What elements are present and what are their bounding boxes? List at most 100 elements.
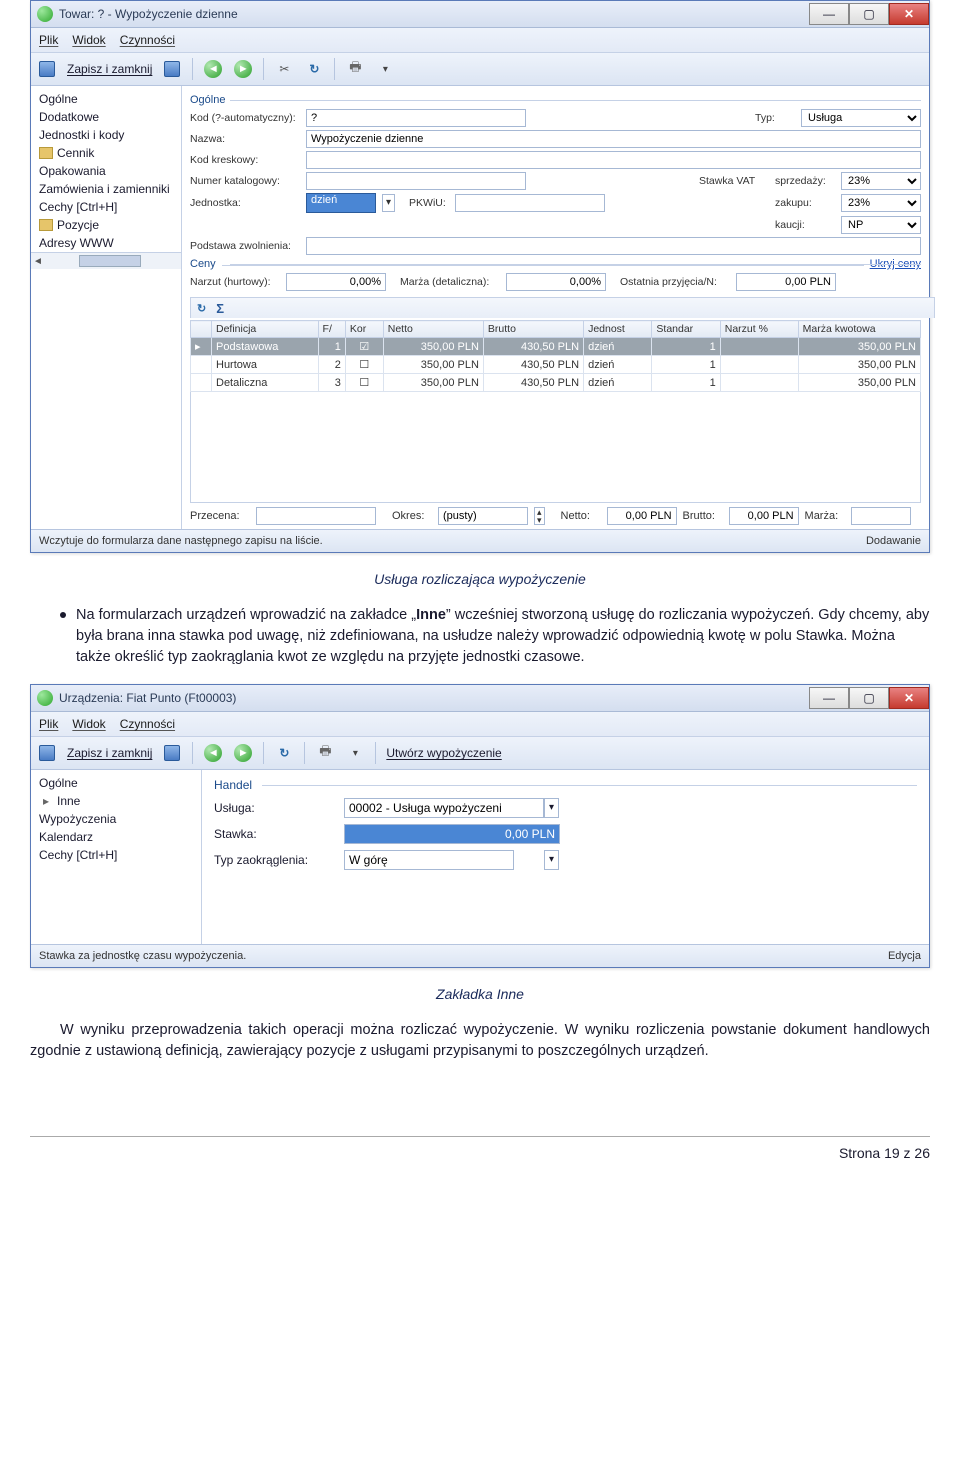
grid-empty bbox=[190, 392, 921, 503]
dropdown-icon[interactable]: ▾ bbox=[382, 194, 395, 212]
menu-widok[interactable]: Widok bbox=[72, 717, 105, 731]
dropdown-icon[interactable] bbox=[345, 743, 365, 763]
select-kauc[interactable]: NP bbox=[841, 216, 921, 234]
sidebar: Ogólne ▸Inne Wypożyczenia Kalendarz Cech… bbox=[31, 770, 202, 944]
input-przecena[interactable] bbox=[256, 507, 376, 525]
input-stawka[interactable] bbox=[344, 824, 560, 844]
save-button[interactable]: Zapisz i zamknij bbox=[67, 746, 152, 760]
save-icon-2[interactable] bbox=[162, 743, 182, 763]
menu-widok[interactable]: Widok bbox=[72, 33, 105, 47]
input-marza[interactable] bbox=[506, 273, 606, 291]
table-row[interactable]: Detaliczna3 ☐ 350,00 PLN430,50 PLN dzień… bbox=[191, 374, 921, 392]
refresh-icon[interactable] bbox=[274, 743, 294, 763]
price-table[interactable]: Definicja F/ Kor Netto Brutto Jednost St… bbox=[190, 320, 921, 392]
input-okres[interactable] bbox=[438, 507, 528, 525]
sidebar-scrollbar[interactable]: ◄ bbox=[31, 252, 181, 269]
th-brutto[interactable]: Brutto bbox=[483, 321, 583, 338]
cut-icon[interactable] bbox=[274, 59, 294, 79]
save-button[interactable]: Zapisz i zamknij bbox=[67, 62, 152, 76]
sidebar-item-dodatkowe[interactable]: Dodatkowe bbox=[31, 108, 181, 126]
dropdown-icon[interactable]: ▾ bbox=[544, 798, 559, 818]
th-kor[interactable]: Kor bbox=[345, 321, 383, 338]
label-kauc: kaucji: bbox=[775, 219, 835, 231]
refresh-icon[interactable] bbox=[304, 59, 324, 79]
menu-plik[interactable]: Plik bbox=[39, 33, 58, 47]
select-jed[interactable]: dzień bbox=[306, 193, 376, 213]
th-jed[interactable]: Jednost bbox=[584, 321, 652, 338]
save-icon[interactable] bbox=[37, 743, 57, 763]
sidebar-item-kalendarz[interactable]: Kalendarz bbox=[31, 828, 201, 846]
input-netto[interactable] bbox=[607, 507, 677, 525]
back-button[interactable]: ◄ bbox=[203, 743, 223, 763]
refresh-icon[interactable] bbox=[197, 302, 206, 315]
forward-button[interactable]: ► bbox=[233, 743, 253, 763]
th-narz[interactable]: Narzut % bbox=[720, 321, 798, 338]
th-mk[interactable]: Marża kwotowa bbox=[798, 321, 920, 338]
th-f[interactable]: F/ bbox=[318, 321, 345, 338]
input-kod[interactable] bbox=[306, 109, 526, 127]
select-zak[interactable]: 23% bbox=[841, 194, 921, 212]
close-button[interactable]: ✕ bbox=[889, 3, 929, 25]
input-numkat[interactable] bbox=[306, 172, 526, 190]
sidebar-item-ogolne[interactable]: Ogólne bbox=[31, 90, 181, 108]
separator bbox=[334, 58, 335, 80]
sidebar-item-jednostki[interactable]: Jednostki i kody bbox=[31, 126, 181, 144]
sidebar-item-inne[interactable]: ▸Inne bbox=[31, 792, 201, 810]
sidebar-item-adresy[interactable]: Adresy WWW bbox=[31, 234, 181, 252]
menu-czynnosci[interactable]: Czynności bbox=[120, 33, 175, 47]
sidebar-item-wypozyczenia[interactable]: Wypożyczenia bbox=[31, 810, 201, 828]
select-sprz[interactable]: 23% bbox=[841, 172, 921, 190]
group-ogolne: Ogólne bbox=[190, 94, 921, 106]
input-podst[interactable] bbox=[306, 237, 921, 255]
label-jed: Jednostka: bbox=[190, 197, 300, 209]
back-button[interactable]: ◄ bbox=[203, 59, 223, 79]
input-typ-zaokr[interactable] bbox=[344, 850, 514, 870]
separator bbox=[375, 742, 376, 764]
input-ost[interactable] bbox=[736, 273, 836, 291]
label-przecena: Przecena: bbox=[190, 510, 250, 522]
menu-czynnosci[interactable]: Czynności bbox=[120, 717, 175, 731]
minimize-button[interactable]: — bbox=[809, 3, 849, 25]
menubar: Plik Widok Czynności bbox=[31, 712, 929, 737]
th-netto[interactable]: Netto bbox=[383, 321, 483, 338]
sum-icon[interactable]: Σ bbox=[216, 301, 224, 316]
sidebar-item-cennik[interactable]: Cennik bbox=[31, 144, 181, 162]
select-typ[interactable]: Usługa bbox=[801, 109, 921, 127]
maximize-button[interactable]: ▢ bbox=[849, 3, 889, 25]
save-icon[interactable] bbox=[37, 59, 57, 79]
input-brutto[interactable] bbox=[729, 507, 799, 525]
sidebar-item-opakowania[interactable]: Opakowania bbox=[31, 162, 181, 180]
sidebar-item-ogolne[interactable]: Ogólne bbox=[31, 774, 201, 792]
table-row[interactable]: ▸Podstawowa1 ☑ 350,00 PLN430,50 PLN dzie… bbox=[191, 338, 921, 356]
sidebar-item-cechy[interactable]: Cechy [Ctrl+H] bbox=[31, 198, 181, 216]
print-icon[interactable] bbox=[345, 59, 365, 79]
link-ukryj-ceny[interactable]: Ukryj ceny bbox=[870, 258, 921, 270]
sidebar-item-pozycje[interactable]: Pozycje bbox=[31, 216, 181, 234]
tool-utworz[interactable]: Utwórz wypożyczenie bbox=[386, 746, 501, 760]
dropdown-icon[interactable] bbox=[375, 59, 395, 79]
input-narzut[interactable] bbox=[286, 273, 386, 291]
input-marza2[interactable] bbox=[851, 507, 911, 525]
minimize-button[interactable]: — bbox=[809, 687, 849, 709]
save-icon-2[interactable] bbox=[162, 59, 182, 79]
th-std[interactable]: Standar bbox=[652, 321, 720, 338]
close-button[interactable]: ✕ bbox=[889, 687, 929, 709]
input-pkwiu[interactable] bbox=[455, 194, 605, 212]
forward-button[interactable]: ► bbox=[233, 59, 253, 79]
label-narzut: Narzut (hurtowy): bbox=[190, 276, 280, 288]
print-icon[interactable] bbox=[315, 743, 335, 763]
titlebar[interactable]: Urządzenia: Fiat Punto (Ft00003) — ▢ ✕ bbox=[31, 685, 929, 712]
titlebar[interactable]: Towar: ? - Wypożyczenie dzienne — ▢ ✕ bbox=[31, 1, 929, 28]
maximize-button[interactable]: ▢ bbox=[849, 687, 889, 709]
table-row[interactable]: Hurtowa2 ☐ 350,00 PLN430,50 PLN dzień1 3… bbox=[191, 356, 921, 374]
input-kodkr[interactable] bbox=[306, 151, 921, 169]
spinner-icon[interactable]: ▴▾ bbox=[534, 507, 545, 525]
menu-plik[interactable]: Plik bbox=[39, 717, 58, 731]
input-usluga[interactable] bbox=[344, 798, 544, 818]
sidebar-item-cechy[interactable]: Cechy [Ctrl+H] bbox=[31, 846, 201, 864]
th-def[interactable]: Definicja bbox=[212, 321, 319, 338]
input-nazwa[interactable] bbox=[306, 130, 921, 148]
status-right: Edycja bbox=[888, 950, 921, 962]
dropdown-icon[interactable]: ▾ bbox=[544, 850, 559, 870]
sidebar-item-zamowienia[interactable]: Zamówienia i zamienniki bbox=[31, 180, 181, 198]
